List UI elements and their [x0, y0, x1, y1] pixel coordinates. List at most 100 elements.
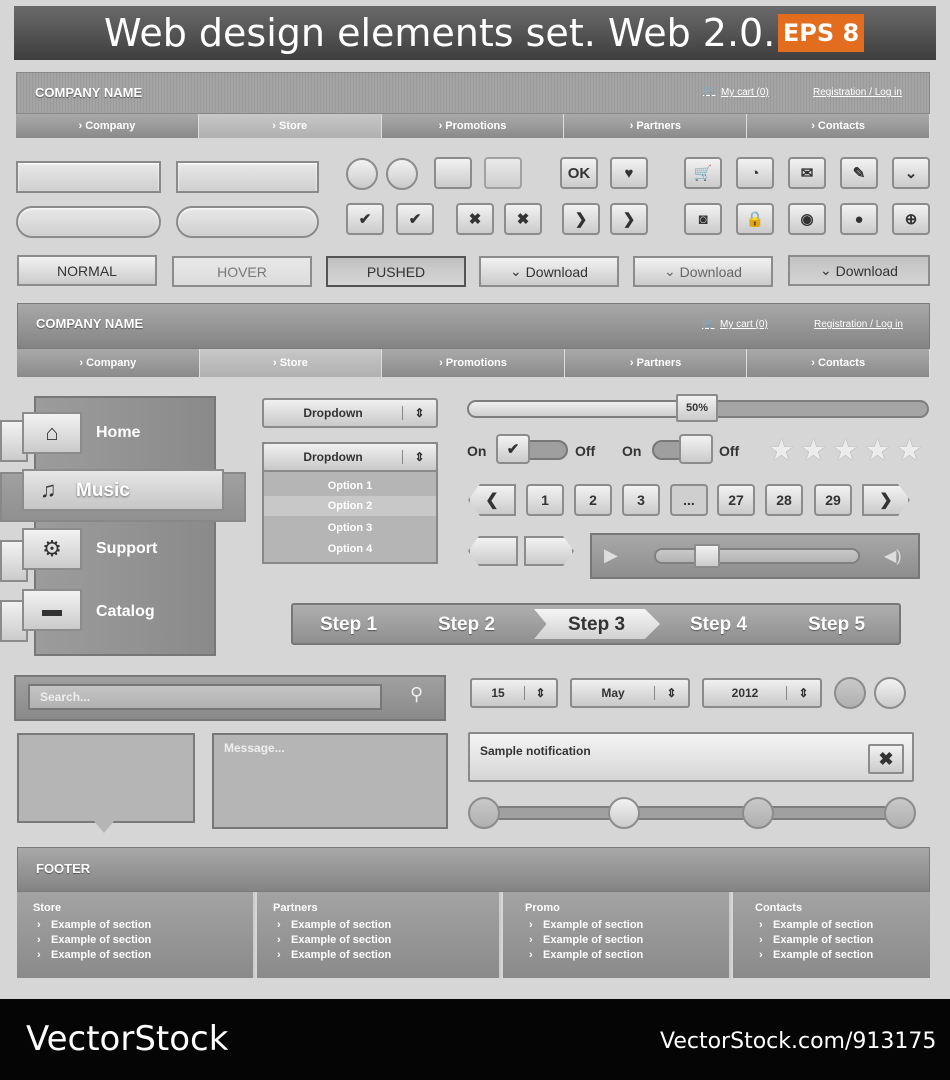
- step-3[interactable]: Step 3: [568, 614, 625, 636]
- text-input-square[interactable]: [16, 161, 161, 193]
- radio-button-4[interactable]: [874, 677, 906, 709]
- text-input-rounded[interactable]: [16, 206, 161, 238]
- prev-page-button[interactable]: ❮: [468, 484, 516, 516]
- cross-icon[interactable]: ✖: [456, 203, 494, 235]
- footer-link[interactable]: Example of section: [525, 933, 713, 948]
- footer-link[interactable]: Example of section: [755, 918, 914, 933]
- nav-contacts[interactable]: › Contacts: [747, 114, 930, 138]
- page-button[interactable]: 27: [717, 484, 755, 516]
- cart-icon[interactable]: 🛒: [702, 319, 714, 330]
- updown-arrow-icon[interactable]: ⇕: [524, 686, 556, 700]
- eye-icon[interactable]: ◉: [788, 203, 826, 235]
- double-chevron-down-icon[interactable]: ⌄: [892, 157, 930, 189]
- chevron-right-icon-2[interactable]: ❯: [610, 203, 648, 235]
- close-icon[interactable]: ✖: [868, 744, 904, 774]
- side-nav-catalog[interactable]: Catalog: [96, 603, 155, 621]
- star-icon[interactable]: ★: [864, 433, 891, 468]
- lock-icon[interactable]: 🔒: [736, 203, 774, 235]
- mail-icon[interactable]: ✉: [788, 157, 826, 189]
- page-button[interactable]: 29: [814, 484, 852, 516]
- range-stop[interactable]: [742, 797, 774, 829]
- tooltip-box[interactable]: [17, 733, 195, 823]
- footer-link[interactable]: Example of section: [273, 933, 483, 948]
- dropdown-2[interactable]: Dropdown ⇕: [262, 442, 438, 472]
- my-cart-link-2[interactable]: My cart (0): [720, 319, 768, 330]
- rss-icon[interactable]: ◔: [736, 157, 774, 189]
- chevron-right-icon[interactable]: ❯: [562, 203, 600, 235]
- updown-arrow-icon[interactable]: ⇕: [654, 686, 688, 700]
- register-link[interactable]: Registration / Log in: [813, 87, 902, 98]
- dropdown-option[interactable]: Option 1: [264, 476, 436, 496]
- seek-track[interactable]: [654, 548, 860, 564]
- side-nav-support[interactable]: Support: [96, 540, 157, 558]
- folder-icon[interactable]: ▬: [22, 589, 82, 631]
- range-track[interactable]: [484, 806, 904, 820]
- page-button[interactable]: 28: [765, 484, 803, 516]
- search-input[interactable]: Search...: [28, 684, 382, 710]
- range-stop[interactable]: [468, 797, 500, 829]
- step-5[interactable]: Step 5: [808, 614, 865, 636]
- day-select[interactable]: 15 ⇕: [470, 678, 558, 708]
- message-textarea[interactable]: Message...: [212, 733, 448, 829]
- check-icon[interactable]: ✔: [346, 203, 384, 235]
- toggle-knob-2[interactable]: [679, 434, 713, 464]
- footer-link[interactable]: Example of section: [755, 933, 914, 948]
- nav-partners[interactable]: › Partners: [564, 114, 748, 138]
- footer-link[interactable]: Example of section: [273, 918, 483, 933]
- nav-company[interactable]: › Company: [16, 114, 199, 138]
- heart-icon[interactable]: ♥: [610, 157, 648, 189]
- range-handle[interactable]: [608, 797, 640, 829]
- step-2[interactable]: Step 2: [438, 614, 495, 636]
- dropdown-option[interactable]: Option 4: [264, 539, 436, 559]
- star-icon[interactable]: ★: [896, 433, 923, 468]
- hover-button[interactable]: HOVER: [172, 256, 312, 287]
- download-button-pushed[interactable]: ⌄ Download: [788, 255, 930, 286]
- radio-button[interactable]: [346, 158, 378, 190]
- toggle-knob-check-icon[interactable]: ✔: [496, 434, 530, 464]
- footer-link[interactable]: Example of section: [525, 918, 713, 933]
- gear-icon[interactable]: ⚙: [22, 528, 82, 570]
- pencil-icon[interactable]: ✎: [840, 157, 878, 189]
- step-1[interactable]: Step 1: [320, 614, 377, 636]
- footer-link[interactable]: Example of section: [525, 948, 713, 963]
- updown-arrow-icon[interactable]: ⇕: [786, 686, 820, 700]
- text-input-square-2[interactable]: [176, 161, 319, 193]
- side-nav-home[interactable]: Home: [96, 424, 140, 442]
- page-button[interactable]: 3: [622, 484, 660, 516]
- dropdown-option[interactable]: Option 3: [264, 518, 436, 538]
- download-button-hover[interactable]: ⌄ Download: [633, 256, 773, 287]
- nav-store-2[interactable]: › Store: [199, 349, 383, 377]
- page-button[interactable]: 1: [526, 484, 564, 516]
- year-select[interactable]: 2012 ⇕: [702, 678, 822, 708]
- nav-company-2[interactable]: › Company: [17, 349, 200, 377]
- range-stop[interactable]: [884, 797, 916, 829]
- dropdown-1[interactable]: Dropdown ⇕: [262, 398, 438, 428]
- arrow-right-button[interactable]: [524, 536, 574, 566]
- user-icon[interactable]: ●: [840, 203, 878, 235]
- star-icon[interactable]: ★: [800, 433, 827, 468]
- updown-arrow-icon[interactable]: ⇕: [402, 406, 436, 420]
- arrow-left-button[interactable]: [468, 536, 518, 566]
- dropdown-option[interactable]: Option 2: [264, 496, 436, 516]
- radio-button-3[interactable]: [834, 677, 866, 709]
- nav-promotions-2[interactable]: › Promotions: [382, 349, 565, 377]
- cart-icon[interactable]: 🛒: [703, 86, 715, 97]
- seek-handle[interactable]: [694, 544, 720, 568]
- page-button[interactable]: 2: [574, 484, 612, 516]
- nav-promotions[interactable]: › Promotions: [381, 114, 565, 138]
- text-input-rounded-2[interactable]: [176, 206, 319, 238]
- cart-icon[interactable]: 🛒: [684, 157, 722, 189]
- volume-icon[interactable]: ◀): [884, 546, 902, 566]
- download-button[interactable]: ⌄ Download: [479, 256, 619, 287]
- side-nav-music[interactable]: Music: [76, 480, 130, 502]
- step-4[interactable]: Step 4: [690, 614, 747, 636]
- ok-button[interactable]: OK: [560, 157, 598, 189]
- star-icon[interactable]: ★: [768, 433, 795, 468]
- nav-store[interactable]: › Store: [198, 114, 382, 138]
- home-icon[interactable]: ⌂: [22, 412, 82, 454]
- play-icon[interactable]: ▶: [604, 545, 618, 566]
- footer-link[interactable]: Example of section: [273, 948, 483, 963]
- search-icon[interactable]: ⚲: [410, 684, 423, 705]
- my-cart-link[interactable]: My cart (0): [721, 87, 769, 98]
- globe-icon[interactable]: ⊕: [892, 203, 930, 235]
